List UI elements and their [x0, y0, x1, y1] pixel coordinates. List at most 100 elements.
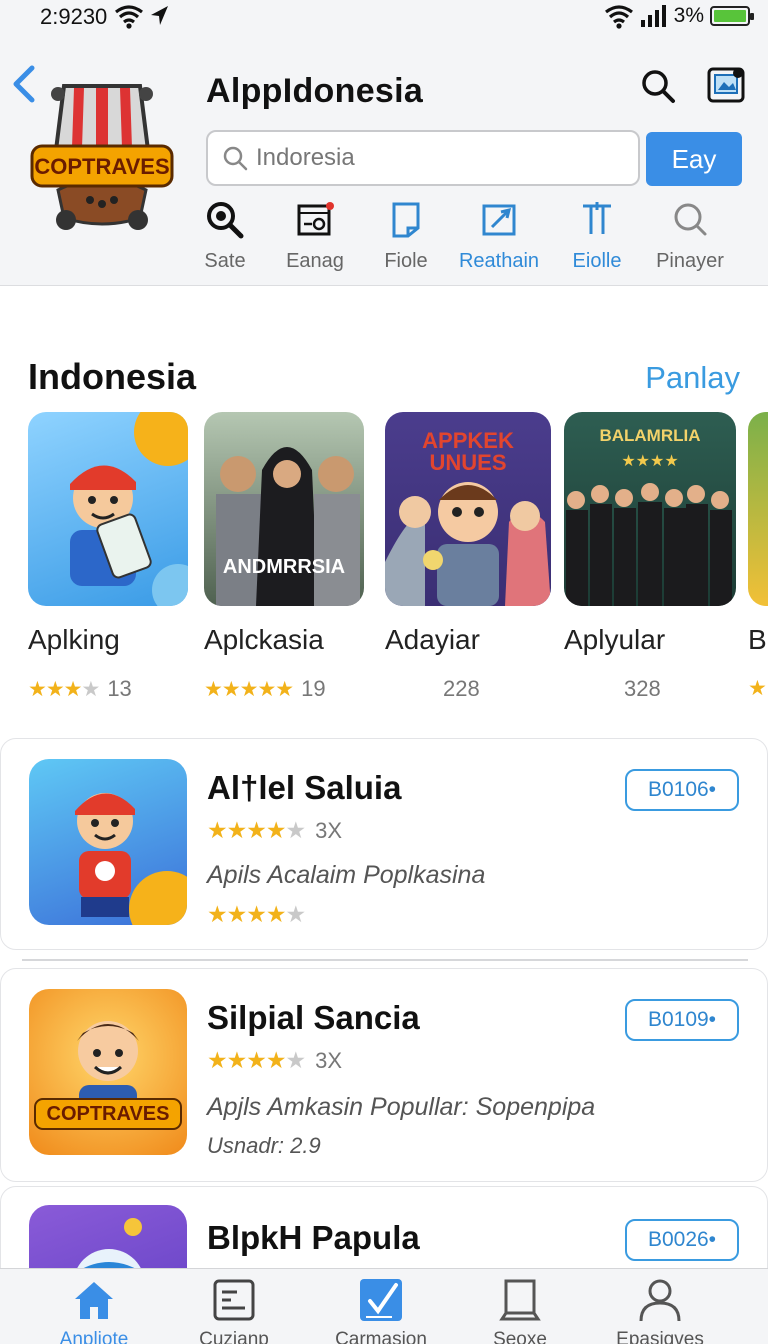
app-name: Aplyular: [564, 624, 666, 655]
tab-label: Epasiqves: [616, 1329, 704, 1344]
battery-icon: [710, 6, 754, 26]
user-icon: [639, 1279, 681, 1322]
get-button[interactable]: B0109•: [625, 999, 739, 1041]
category-item-fiole[interactable]: Fiole: [356, 200, 456, 273]
tab-label: Carmasion: [335, 1329, 427, 1344]
search-field[interactable]: [206, 130, 640, 186]
category-label: Pinayer: [656, 250, 724, 272]
thumbnail-text: APPKEK UNUES: [422, 428, 514, 475]
app-rating: ★★★★★ 3X: [207, 1047, 342, 1074]
tool-icon: [583, 202, 611, 234]
app-description: Apjls Amkasin Popullar: Sopenpipa: [207, 1093, 596, 1121]
app-rating: 228: [443, 676, 480, 702]
app-title: Al†lel Saluia: [207, 769, 402, 806]
category-label: Fiole: [384, 250, 428, 272]
app-rating: ★★★★★ 19: [204, 676, 326, 702]
app-list-item[interactable]: COPTRAVES Silpial Sancia ★★★★★ 3X Apjls …: [0, 968, 768, 1182]
app-rating: ★★★★★ 3X: [207, 817, 342, 844]
app-thumbnail: ★★★★ BALAMRLIA: [564, 412, 736, 606]
tab-list[interactable]: Cuzianp: [164, 1277, 304, 1344]
search-icon: [674, 203, 707, 236]
edit-window-icon: [482, 204, 516, 236]
signal-icon: [640, 5, 666, 27]
status-right: 3%: [604, 3, 754, 29]
app-icon: COPTRAVES: [29, 989, 187, 1155]
logo-text: COPTRAVES: [34, 154, 169, 179]
search-icon[interactable]: [640, 68, 676, 104]
app-name: Aplckasia: [204, 624, 324, 655]
search-icon: [223, 146, 248, 171]
rating-count: 13: [107, 676, 132, 701]
app-thumbnail: APPKEK UNUES: [385, 412, 551, 606]
category-item-sate[interactable]: Sate: [175, 200, 275, 273]
tab-profile[interactable]: Epasiqves: [590, 1277, 730, 1344]
rating-stars: ★: [748, 677, 767, 700]
app-title: AlppIdonesia: [206, 72, 424, 110]
search-button[interactable]: Eay: [646, 132, 742, 186]
app-tile[interactable]: B ★: [748, 412, 768, 712]
app-thumbnail: [748, 412, 768, 606]
wifi-icon: [604, 5, 633, 29]
app-tile[interactable]: ANDMRRSIA Aplckasia ★★★★★ 19: [204, 412, 370, 701]
tab-edit[interactable]: Carmasion: [311, 1277, 451, 1344]
app-rating: ★★★★ 13: [28, 676, 132, 702]
category-item-pinayer[interactable]: Pinayer: [640, 200, 740, 273]
get-button[interactable]: B0106•: [625, 769, 739, 811]
app-extra-info: Usnadr: 2.9: [207, 1133, 321, 1158]
app-description: Apils Acalaim Poplkasina: [207, 861, 486, 889]
app-rating: ★: [748, 676, 767, 701]
app-tile[interactable]: APPKEK UNUES Adayiar 228: [385, 412, 551, 701]
svg-text:★★★★: ★★★★: [621, 453, 678, 470]
media-window-icon: [297, 202, 334, 236]
magnifier-zoom-icon: [207, 202, 244, 239]
category-label: Reathain: [458, 250, 540, 272]
app-list-item[interactable]: Al†lel Saluia ★★★★★ 3X Apils Acalaim Pop…: [0, 738, 768, 950]
photo-edit-icon[interactable]: [706, 64, 748, 106]
category-label: Eanag: [286, 250, 344, 272]
app-name: Adayiar: [385, 624, 480, 655]
rating-stars: ★★★★★: [207, 1047, 306, 1073]
tab-book[interactable]: Seoxe: [450, 1277, 590, 1344]
rating-stars: ★★★★★: [207, 901, 306, 927]
app-title: BlpkH Papula: [207, 1219, 420, 1256]
status-left-icons: [114, 3, 170, 29]
category-item-eiolle[interactable]: Eiolle: [547, 200, 647, 273]
category-item-eanag[interactable]: Eanag: [265, 200, 365, 273]
app-title: Silpial Sancia: [207, 999, 420, 1036]
location-arrow-icon: [151, 6, 168, 25]
app-carousel: Aplking ★★★★ 13 ANDMRRSIA Aplckasia ★★★★…: [28, 412, 768, 712]
app-rating: 328: [624, 676, 661, 702]
section-see-all-link[interactable]: Panlay: [645, 360, 740, 396]
get-button[interactable]: B0026•: [625, 1219, 739, 1261]
app-header: COPTRAVES AlppIdonesia Eay Sate Eanag Fi…: [0, 34, 768, 286]
list-icon: [213, 1279, 255, 1321]
category-item-reathain[interactable]: Reathain: [449, 200, 549, 273]
category-bar: Sate Eanag Fiole Reathain Eiolle Pinayer: [190, 200, 760, 276]
file-icon: [392, 202, 420, 238]
search-input[interactable]: [256, 144, 626, 172]
category-label: Eiolle: [572, 250, 622, 272]
divider: [22, 959, 748, 961]
status-bar: 2:9230 3%: [0, 0, 768, 34]
app-rating-secondary: ★★★★★: [207, 901, 306, 928]
tab-home[interactable]: Anpliote: [24, 1277, 164, 1344]
app-name: Aplking: [28, 624, 120, 655]
app-tile[interactable]: Aplking ★★★★ 13: [28, 412, 194, 701]
rating-count: 19: [301, 676, 326, 701]
status-time: 2:9230: [40, 4, 108, 29]
rating-count: 328: [624, 676, 661, 701]
rating-count: 3X: [315, 1047, 343, 1073]
app-thumbnail: [28, 412, 188, 606]
wifi-icon: [115, 5, 143, 29]
tab-label: Anpliote: [59, 1329, 129, 1344]
app-icon: [29, 759, 187, 925]
section-title: Indonesia: [28, 356, 197, 397]
thumbnail-text: ANDMRRSIA: [222, 556, 346, 578]
rating-stars: ★★★★★: [204, 677, 294, 701]
app-thumbnail: ANDMRRSIA: [204, 412, 364, 606]
battery-percent: 3%: [673, 4, 704, 27]
app-tile[interactable]: ★★★★ BALAMRLIA Aplyular 328: [564, 412, 736, 701]
thumbnail-text: BALAMRLIA: [599, 426, 701, 445]
app-logo: COPTRAVES: [30, 84, 174, 230]
bottom-tab-bar: Anpliote Cuzianp Carmasion Seoxe Epasiqv…: [0, 1268, 768, 1344]
